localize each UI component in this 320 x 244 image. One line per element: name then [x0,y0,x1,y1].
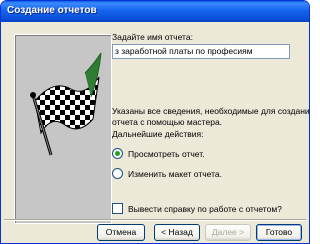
help-checkbox-row[interactable]: Вывести справку по работе с отчетом? [112,203,282,214]
next-actions-label: Дальнейшие действия: [112,129,204,139]
next-button[interactable]: Далее > [205,224,251,241]
separator [4,219,306,221]
report-name-input[interactable]: з заработной платы по професиям [112,44,290,59]
wizard-illustration [14,34,112,224]
help-checkbox-label: Вывести справку по работе с отчетом? [128,203,282,214]
cancel-button[interactable]: Отмена [97,224,145,241]
option-label: Просмотреть отчет. [128,148,205,159]
dialog-body: Задайте имя отчета: з заработной платы п… [4,22,309,242]
option-preview-report[interactable]: Просмотреть отчет. [112,148,205,159]
report-wizard-dialog: Создание отчетов Задайте имя отчета: з з… [0,0,310,244]
info-text-line-1: Указаны все сведения, необходимые для со… [112,106,310,116]
window-title: Создание отчетов [7,5,97,16]
title-bar[interactable]: Создание отчетов [1,1,309,22]
option-modify-layout[interactable]: Изменить макет отчета. [112,168,222,179]
info-text-line-2: отчета с помощью мастера. [112,117,223,127]
back-button[interactable]: < Назад [154,224,200,241]
finish-button[interactable]: Готово [256,224,302,241]
option-label: Изменить макет отчета. [128,168,222,179]
radio-button[interactable] [112,168,123,179]
report-name-label: Задайте имя отчета: [112,32,193,42]
radio-button[interactable] [112,148,123,159]
help-checkbox[interactable] [112,203,123,214]
radio-selected-dot [115,151,120,156]
checkered-flag-icon [30,52,102,156]
